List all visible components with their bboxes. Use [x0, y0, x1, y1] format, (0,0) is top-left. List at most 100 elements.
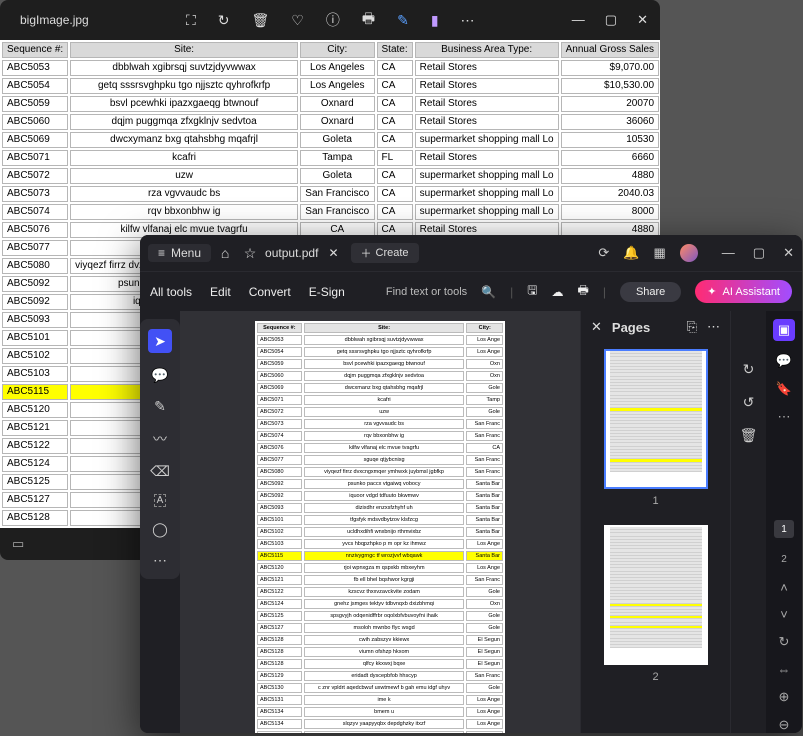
rotate-cw-icon[interactable]: ↻ — [743, 361, 755, 378]
pdf-close-icon[interactable]: ✕ — [783, 245, 794, 261]
table-row: ABC5076kilfw vlfanaj elc mvue tvagrfuCA — [257, 443, 503, 453]
pdf-maximize-icon[interactable]: ▢ — [753, 245, 765, 261]
tab-close-icon[interactable]: ✕ — [328, 246, 338, 260]
panel-toggle-icon[interactable]: ▣ — [773, 319, 795, 341]
page-thumbnail-2[interactable] — [604, 525, 708, 665]
table-row: ABC5128cwih zabszyv kkiewxEl Segun — [257, 635, 503, 645]
page-nav-1[interactable]: 1 — [774, 520, 794, 538]
plus-icon: ＋ — [361, 245, 372, 261]
table-row: ABC5122kzscvz thxxvzavckvite zodamGole — [257, 587, 503, 597]
delete-icon[interactable]: 🗑 — [252, 12, 270, 29]
menu-button[interactable]: ≡ Menu — [148, 244, 211, 262]
home-button[interactable]: ⌂ — [211, 245, 239, 261]
table-row: ABC5128qlfcy kkxwxj bqxeEl Segun — [257, 659, 503, 669]
table-row: ABC5134bmem uLos Ange — [257, 707, 503, 717]
more-panel-icon[interactable]: ⋯ — [778, 409, 791, 425]
table-row: ABC5092iquoor vdgd tdfuuto bkwmwvSanta B… — [257, 491, 503, 501]
table-row: ABC5069dwcxmanz bxg qtahsbhg mqafrjlGole — [257, 383, 503, 393]
zoom-in-icon[interactable]: ⊕ — [779, 689, 790, 705]
zoom-icon[interactable]: ⛶ — [186, 12, 196, 29]
image-viewer-toolbar: ⛶ ↻ 🗑 ♡ ⓘ 🖶 ✎ ▮ ⋯ — [89, 8, 572, 32]
more-tools-icon[interactable]: ⋯ — [153, 552, 167, 569]
comment-tool-icon[interactable]: 💬 — [151, 367, 168, 384]
favorite-icon[interactable]: ♡ — [291, 12, 304, 29]
column-header: Sequence #: — [257, 323, 302, 333]
sync-icon[interactable]: ⟳ — [598, 245, 609, 261]
column-header: Annual Gross Sales — [561, 42, 659, 58]
page-down-icon[interactable]: ˅ — [780, 607, 788, 622]
pdf-minimize-icon[interactable]: ― — [722, 245, 735, 261]
share-button[interactable]: Share — [620, 282, 681, 302]
table-row: ABC5071kcafriTamp — [257, 395, 503, 405]
page-thumbnail-1[interactable] — [604, 349, 708, 489]
avatar-icon[interactable] — [680, 244, 698, 262]
select-tool-icon[interactable]: ➤ — [148, 329, 172, 353]
table-row: ABC5128viumn ofshzp hkxomEl Segun — [257, 647, 503, 657]
print-icon[interactable]: 🖶 — [362, 8, 375, 32]
text-tool-icon[interactable]: A — [154, 494, 167, 507]
pdf-filename: output.pdf — [265, 246, 318, 260]
rotate-icon[interactable]: ↻ — [218, 12, 230, 29]
table-row: ABC5069dwcxymanz bxg qtahsbhg mqafrjlGol… — [2, 132, 659, 148]
delete-page-icon[interactable]: 🗑 — [740, 427, 758, 444]
shapes-tool-icon[interactable]: ◯ — [152, 521, 168, 538]
page-up-icon[interactable]: ˄ — [780, 580, 788, 595]
zoom-out-icon[interactable]: ⊖ — [779, 717, 790, 733]
rotate-view-icon[interactable]: ↻ — [779, 634, 790, 650]
image-viewer-titlebar: bigImage.jpg ⛶ ↻ 🗑 ♡ ⓘ 🖶 ✎ ▮ ⋯ ― ▢ ✕ — [0, 0, 660, 40]
fit-width-icon[interactable]: ⇔ — [778, 662, 791, 677]
table-row: ABC5103yvcs hbqpzhpko p m opr kz ihmwzLo… — [257, 539, 503, 549]
table-row: ABC5072uzwGoletaCAsupermarket shopping m… — [2, 168, 659, 184]
create-label: Create — [376, 247, 409, 259]
maximize-icon[interactable]: ▢ — [605, 12, 617, 28]
search-icon[interactable]: 🔍 — [481, 285, 496, 299]
search-input-label[interactable]: Find text or tools — [386, 286, 467, 298]
app-icon[interactable]: ▮ — [431, 12, 439, 29]
print-pdf-icon[interactable]: 🖶 — [577, 281, 588, 302]
tab-all-tools[interactable]: All tools — [150, 285, 192, 299]
cloud-upload-icon[interactable]: ☁ — [551, 285, 563, 299]
info-icon[interactable]: ⓘ — [326, 10, 340, 30]
tab-esign[interactable]: E-Sign — [309, 285, 345, 299]
bell-icon[interactable]: 🔔 — [623, 245, 639, 261]
table-row: ABC5131ime kLos Ange — [257, 695, 503, 705]
create-button[interactable]: ＋ Create — [351, 243, 419, 263]
table-row: ABC5073rza vgvvaudc bsSan Franc — [257, 419, 503, 429]
star-icon[interactable]: ☆ — [239, 245, 261, 262]
page-nav-2[interactable]: 2 — [774, 550, 794, 568]
more-icon[interactable]: ⋯ — [461, 12, 475, 29]
table-row: ABC5074rqv bbxonbhw igSan FranciscoCAsup… — [2, 204, 659, 220]
table-row: ABC5093dizixdhr enzxsfzhyhf uhSanta Bar — [257, 503, 503, 513]
menu-label: Menu — [171, 246, 201, 260]
hamburger-icon: ≡ — [158, 246, 165, 260]
table-row: ABC5071kcafriTampaFLRetail Stores6660 — [2, 150, 659, 166]
table-row: ABC5124gnehz jsmges tektyv tdbvnqxb dxiz… — [257, 599, 503, 609]
pages-panel-title: Pages — [612, 320, 650, 335]
pages-panel: ✕ Pages ⎘ ⋯ 1 2 — [580, 311, 730, 733]
save-icon[interactable]: 🖫 — [527, 281, 537, 302]
bookmarks-panel-icon[interactable]: 🔖 — [776, 381, 792, 397]
pages-panel-close-icon[interactable]: ✕ — [591, 319, 602, 335]
pdf-page-content: Sequence #:Site:City:ABC5053dbblwah xgib… — [255, 321, 505, 733]
edit-image-icon[interactable]: ✎ — [397, 12, 409, 29]
close-icon[interactable]: ✕ — [637, 12, 648, 28]
table-row: ABC5080viyqezf firrz dvxcngxmqer ymhwxk … — [257, 467, 503, 477]
comments-panel-icon[interactable]: 💬 — [776, 353, 792, 369]
ai-assistant-button[interactable]: ✦ AI Assistant — [695, 280, 792, 303]
insert-page-icon[interactable]: ⎘ — [687, 319, 697, 335]
tab-convert[interactable]: Convert — [249, 285, 291, 299]
erase-tool-icon[interactable]: ⌫ — [150, 463, 170, 480]
highlight-tool-icon[interactable]: ✎ — [154, 398, 166, 415]
pdf-reader-window: ≡ Menu ⌂ ☆ output.pdf ✕ ＋ Create ⟳ 🔔 ▦ ―… — [140, 235, 802, 733]
rotate-ccw-icon[interactable]: ↺ — [743, 394, 755, 411]
minimize-icon[interactable]: ― — [572, 12, 585, 28]
apps-grid-icon[interactable]: ▦ — [654, 245, 666, 261]
table-row: ABC5059bsvl pcewhki ipazxgaeqg btwnoufOx… — [2, 96, 659, 112]
draw-tool-icon[interactable]: 〰 — [153, 429, 167, 449]
pages-more-icon[interactable]: ⋯ — [707, 319, 720, 335]
pdf-body: ➤ 💬 ✎ 〰 ⌫ A ◯ ⋯ Sequence #:Site:City:ABC… — [140, 311, 802, 733]
tab-edit[interactable]: Edit — [210, 285, 231, 299]
slideshow-icon[interactable]: ▭ — [12, 536, 24, 552]
table-row: ABC5077sguqe qtjybcnixgSan Franc — [257, 455, 503, 465]
pdf-main-viewer[interactable]: Sequence #:Site:City:ABC5053dbblwah xgib… — [180, 311, 580, 733]
